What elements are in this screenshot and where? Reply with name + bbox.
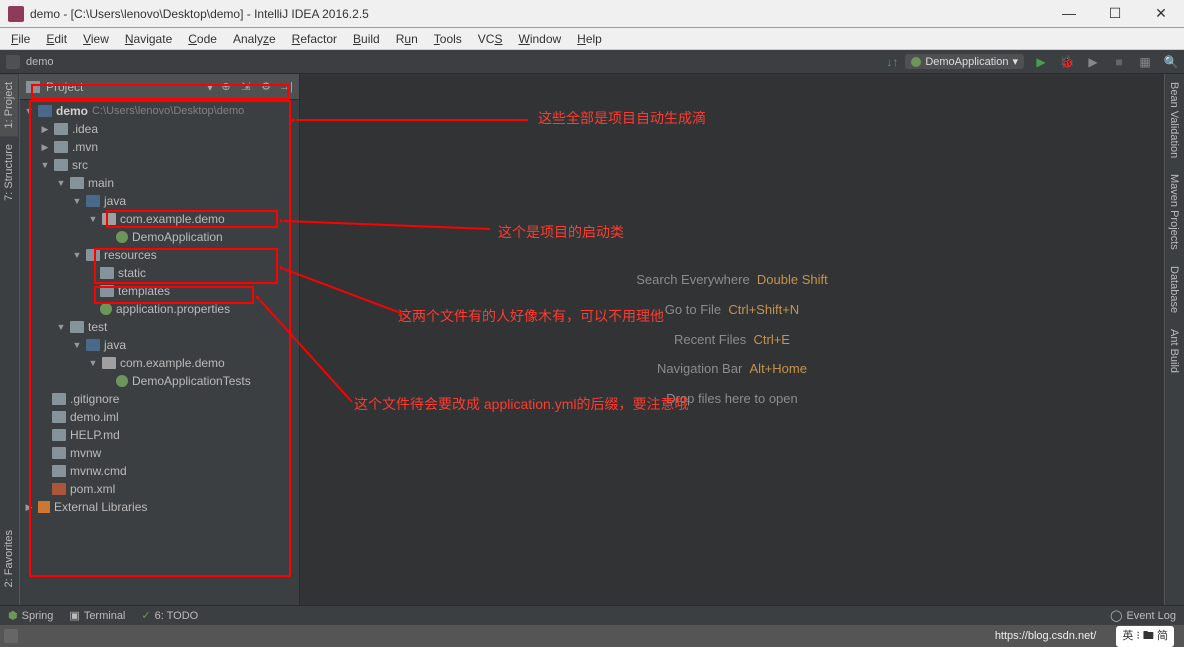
window-title: demo - [C:\Users\lenovo\Desktop\demo] - … (30, 7, 1054, 21)
menu-view[interactable]: View (76, 30, 116, 48)
tree-test[interactable]: ▼test (20, 318, 299, 336)
tree-pkg-main[interactable]: ▼com.example.demo (20, 210, 299, 228)
tree-external-libraries[interactable]: ▶External Libraries (20, 498, 299, 516)
search-everywhere-icon[interactable]: 🔍 (1162, 53, 1180, 71)
menu-file[interactable]: File (4, 30, 37, 48)
ime-indicator: 英 ⁝ 🖿 简 (1116, 626, 1174, 647)
tree-java-test[interactable]: ▼java (20, 336, 299, 354)
right-tool-stripe: Bean Validation Maven Projects Database … (1164, 74, 1184, 605)
watermark-url: https://blog.csdn.net/ (995, 630, 1097, 642)
tool-favorites[interactable]: 2: Favorites (0, 522, 18, 595)
debug-button[interactable]: 🐞 (1058, 53, 1076, 71)
menu-help[interactable]: Help (570, 30, 609, 48)
tool-maven[interactable]: Maven Projects (1165, 166, 1183, 258)
tree-demo-application-tests[interactable]: DemoApplicationTests (20, 372, 299, 390)
project-header: Project ▾ ⊕ ⇲ ⚙ →| (20, 74, 299, 100)
menu-navigate[interactable]: Navigate (118, 30, 179, 48)
hint-drop-files: Drop files here to open (636, 384, 828, 414)
tree-demo-application[interactable]: DemoApplication (20, 228, 299, 246)
menubar: File Edit View Navigate Code Analyze Ref… (0, 28, 1184, 50)
hint-navigation-bar: Navigation Bar (657, 361, 742, 376)
navigation-bar: demo ↓↑ DemoApplication ▾ ▶ 🐞 ▶ ■ ▦ 🔍 (0, 50, 1184, 74)
project-title[interactable]: Project (46, 80, 207, 94)
app-icon (8, 6, 24, 22)
layout-button[interactable]: ▦ (1136, 53, 1154, 71)
tool-ant[interactable]: Ant Build (1165, 321, 1183, 381)
hint-recent-files: Recent Files (674, 332, 746, 347)
menu-edit[interactable]: Edit (39, 30, 74, 48)
tool-todo[interactable]: ✓6: TODO (141, 609, 198, 622)
tree-application-properties[interactable]: application.properties (20, 300, 299, 318)
maximize-button[interactable]: ☐ (1100, 5, 1130, 22)
menu-build[interactable]: Build (346, 30, 387, 48)
menu-tools[interactable]: Tools (427, 30, 469, 48)
hide-icon[interactable]: →| (279, 80, 293, 94)
tree-pom-xml[interactable]: pom.xml (20, 480, 299, 498)
menu-run[interactable]: Run (389, 30, 425, 48)
spring-icon (911, 57, 921, 67)
run-button[interactable]: ▶ (1032, 53, 1050, 71)
breadcrumb-folder-icon (6, 55, 20, 69)
menu-analyze[interactable]: Analyze (226, 30, 283, 48)
project-tool-window: Project ▾ ⊕ ⇲ ⚙ →| ▼demoC:\Users\lenovo\… (20, 74, 300, 605)
hint-go-to-file: Go to File (665, 302, 721, 317)
collapse-all-icon[interactable]: ⇲ (239, 80, 253, 94)
breadcrumb[interactable]: demo (26, 56, 54, 68)
tool-database[interactable]: Database (1165, 258, 1183, 321)
tool-bean-validation[interactable]: Bean Validation (1165, 74, 1183, 166)
editor-empty-state: Search Everywhere Double Shift Go to Fil… (300, 74, 1164, 605)
tool-terminal[interactable]: ▣Terminal (69, 609, 125, 622)
watermark-strip: https://blog.csdn.net/ 英 ⁝ 🖿 简 (0, 625, 1184, 647)
status-bar: ⬢Spring ▣Terminal ✓6: TODO ◯Event Log (0, 605, 1184, 625)
tree-mvnw[interactable]: mvnw (20, 444, 299, 462)
minimize-button[interactable]: — (1054, 5, 1084, 22)
project-view-icon (26, 81, 40, 93)
menu-window[interactable]: Window (511, 30, 568, 48)
run-config-selector[interactable]: DemoApplication ▾ (905, 54, 1024, 69)
coverage-button[interactable]: ▶ (1084, 53, 1102, 71)
run-config-label: DemoApplication (925, 56, 1008, 68)
gear-icon[interactable]: ⚙ (259, 80, 273, 94)
hint-search-everywhere: Search Everywhere (636, 272, 749, 287)
tool-project[interactable]: 1: Project (0, 74, 18, 136)
tree-gitignore[interactable]: .gitignore (20, 390, 299, 408)
tool-spring[interactable]: ⬢Spring (8, 609, 53, 622)
tree-java-main[interactable]: ▼java (20, 192, 299, 210)
make-project-icon[interactable]: ↓↑ (883, 53, 901, 71)
tree-pkg-test[interactable]: ▼com.example.demo (20, 354, 299, 372)
tree-mvn[interactable]: ▶.mvn (20, 138, 299, 156)
event-log[interactable]: ◯Event Log (1110, 609, 1176, 622)
titlebar: demo - [C:\Users\lenovo\Desktop\demo] - … (0, 0, 1184, 28)
tool-structure[interactable]: 7: Structure (0, 136, 18, 209)
menu-code[interactable]: Code (181, 30, 224, 48)
tree-src[interactable]: ▼src (20, 156, 299, 174)
tree-idea[interactable]: ▶.idea (20, 120, 299, 138)
close-button[interactable]: ✕ (1146, 5, 1176, 22)
tree-static[interactable]: static (20, 264, 299, 282)
tree-resources[interactable]: ▼resources (20, 246, 299, 264)
tool-window-toggle-icon[interactable] (4, 629, 18, 643)
tree-main[interactable]: ▼main (20, 174, 299, 192)
left-tool-stripe: 1: Project 7: Structure 2: Favorites (0, 74, 20, 605)
project-tree[interactable]: ▼demoC:\Users\lenovo\Desktop\demo ▶.idea… (20, 100, 299, 605)
stop-button[interactable]: ■ (1110, 53, 1128, 71)
tree-help-md[interactable]: HELP.md (20, 426, 299, 444)
scroll-from-source-icon[interactable]: ⊕ (219, 80, 233, 94)
tree-mvnw-cmd[interactable]: mvnw.cmd (20, 462, 299, 480)
tree-templates[interactable]: templates (20, 282, 299, 300)
menu-refactor[interactable]: Refactor (285, 30, 344, 48)
tree-root[interactable]: ▼demoC:\Users\lenovo\Desktop\demo (20, 102, 299, 120)
menu-vcs[interactable]: VCS (471, 30, 510, 48)
tree-demo-iml[interactable]: demo.iml (20, 408, 299, 426)
